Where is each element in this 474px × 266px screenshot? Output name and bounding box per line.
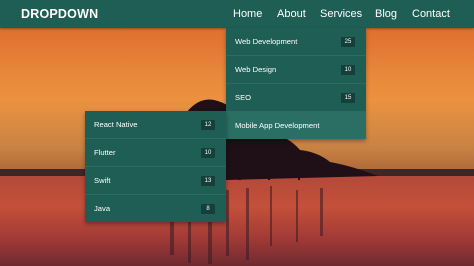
submenu-item-react-native[interactable]: React Native 12 [85,111,226,139]
count-badge: 10 [201,148,215,158]
menu-item-label: Mobile App Development [235,121,320,130]
menu-item-label: SEO [235,93,252,102]
submenu-item-label: Flutter [94,148,116,157]
menu-item-mobile-app-development[interactable]: Mobile App Development [226,112,366,139]
count-badge: 25 [341,37,355,47]
count-badge: 8 [201,204,215,214]
services-dropdown: Web Development 25 Web Design 10 SEO 15 … [226,28,366,139]
menu-item-label: Web Design [235,65,277,74]
menu-item-label: Web Development [235,37,298,46]
brand-logo[interactable]: DROPDOWN [21,0,98,28]
navbar: DROPDOWN Home About Services Blog Contac… [0,0,474,28]
submenu-item-flutter[interactable]: Flutter 10 [85,139,226,167]
menu-item-web-design[interactable]: Web Design 10 [226,56,366,84]
nav-blog[interactable]: Blog [375,0,397,28]
submenu-item-label: React Native [94,120,138,129]
nav-contact[interactable]: Contact [412,0,450,28]
count-badge: 12 [201,120,215,130]
count-badge: 15 [341,93,355,103]
count-badge: 13 [201,176,215,186]
nav-services[interactable]: Services [320,0,362,28]
submenu-item-java[interactable]: Java 8 [85,195,226,222]
nav-home[interactable]: Home [233,0,262,28]
count-badge: 10 [341,65,355,75]
menu-item-seo[interactable]: SEO 15 [226,84,366,112]
submenu-item-label: Swift [94,176,111,185]
nav-about[interactable]: About [277,0,306,28]
mobile-app-submenu: React Native 12 Flutter 10 Swift 13 Java… [85,111,226,222]
menu-item-web-development[interactable]: Web Development 25 [226,28,366,56]
submenu-item-swift[interactable]: Swift 13 [85,167,226,195]
submenu-item-label: Java [94,204,111,213]
